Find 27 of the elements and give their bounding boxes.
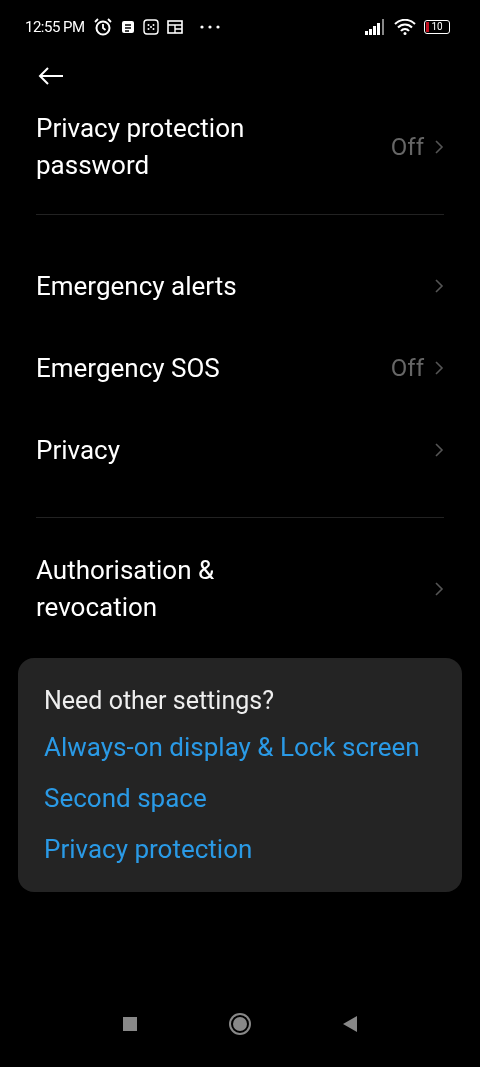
battery-indicator: 10 [424,20,450,34]
wifi-icon [394,19,416,35]
settings-item[interactable]: Privacy [36,409,444,491]
calculator-icon [142,19,159,35]
chevron-icon [434,278,444,294]
back-icon[interactable] [37,66,65,86]
more-icon [198,24,221,30]
chevron-icon [434,581,444,597]
notification-icon [120,20,135,34]
settings-item[interactable]: Emergency alerts [36,245,444,327]
settings-item[interactable]: Privacy protection password Off [36,106,444,188]
settings-link[interactable]: Privacy protection [44,831,436,868]
settings-link[interactable]: Second space [44,780,436,817]
signal-icon [364,19,386,35]
card-title: Need other settings? [44,686,275,715]
recents-icon[interactable] [122,1016,138,1032]
home-icon[interactable] [228,1012,252,1036]
settings-link[interactable]: Always-on display & Lock screen [44,729,436,766]
back-nav-icon[interactable] [342,1015,358,1033]
chevron-icon [434,360,444,376]
chevron-icon [434,442,444,458]
alarm-icon [92,18,113,36]
calendar-icon [166,20,183,34]
status-time: 12:55 PM [25,18,85,36]
chevron-icon [434,139,444,155]
settings-item[interactable]: Authorisation & revocation [36,548,444,630]
settings-item[interactable]: Emergency SOS Off [36,327,444,409]
